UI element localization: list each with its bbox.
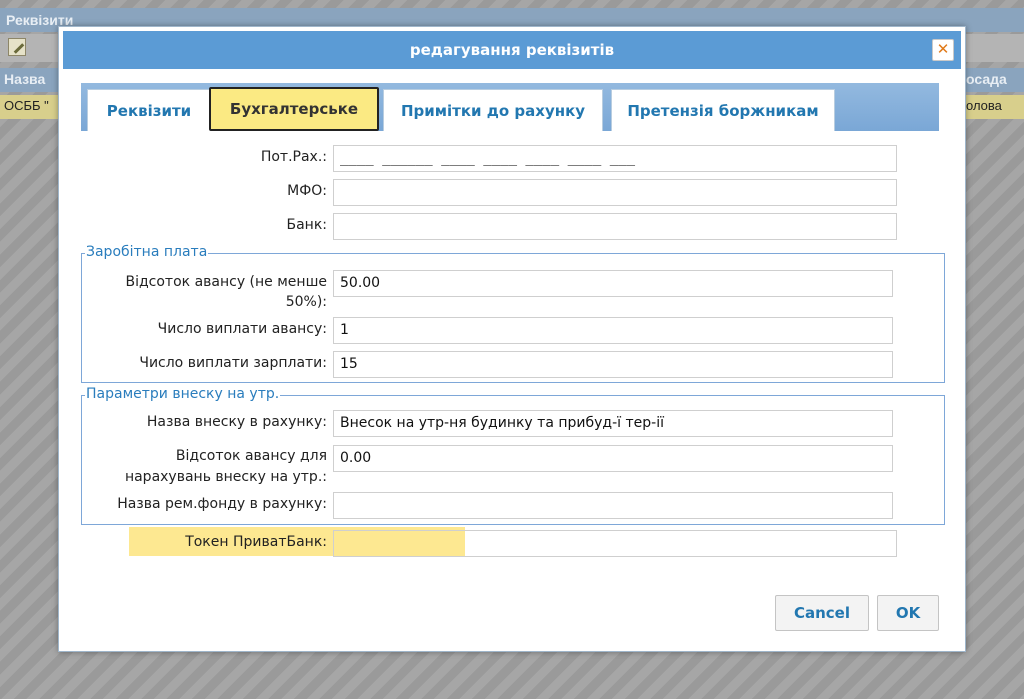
salary-day-field[interactable]: 15 (333, 351, 893, 378)
advance-day-field[interactable]: 1 (333, 317, 893, 344)
contribution-name-field[interactable]: Внесок на утр-ня будинку та прибуд-ї тер… (333, 410, 893, 437)
token-field[interactable] (333, 530, 897, 557)
background-row-position: олова (966, 98, 1002, 113)
cancel-button[interactable]: Cancel (775, 595, 869, 631)
background-header-position: осада (966, 71, 1007, 87)
mfo-label: МФО: (287, 183, 327, 199)
background-header-name: Назва (4, 71, 46, 87)
account-field[interactable]: ____ ______ ____ ____ ____ ____ ___ (333, 145, 897, 172)
close-icon[interactable]: ✕ (932, 39, 954, 61)
advance-percent-label-line2: 50%): (285, 294, 327, 310)
dialog-title: редагування реквізитів (409, 41, 615, 59)
advance-percent-label-line1: Відсоток авансу (не менше (125, 274, 328, 290)
tab-requisites[interactable]: Реквізити (87, 89, 211, 131)
edit-requisites-dialog: редагування реквізитів ✕ Реквізити Бухга… (58, 26, 966, 652)
token-label: Токен ПриватБанк: (185, 534, 327, 550)
ok-button[interactable]: OK (877, 595, 939, 631)
repair-fund-label: Назва рем.фонду в рахунку: (117, 496, 327, 512)
tab-bill-notes[interactable]: Примітки до рахунку (383, 89, 603, 131)
tab-accounting[interactable]: Бухгалтерське (209, 87, 379, 131)
contribution-legend: Параметри внеску на утр. (85, 386, 281, 402)
advance-percent-field[interactable]: 50.00 (333, 270, 893, 297)
salary-day-label: Число виплати зарплати: (139, 355, 327, 371)
contribution-advance-field[interactable]: 0.00 (333, 445, 893, 472)
contribution-advance-label-line1: Відсоток авансу для (175, 448, 327, 464)
account-label: Пот.Рах.: (260, 149, 327, 165)
bank-label: Банк: (286, 217, 327, 233)
bank-field[interactable] (333, 213, 897, 240)
contribution-name-label: Назва внеску в рахунку: (146, 414, 327, 430)
advance-day-label: Число виплати авансу: (157, 321, 327, 337)
dialog-titlebar[interactable]: редагування реквізитів ✕ (63, 31, 961, 69)
tab-debtor-claims[interactable]: Претензія боржникам (611, 89, 835, 131)
background-row-name: ОСББ " (4, 98, 49, 113)
mfo-field[interactable] (333, 179, 897, 206)
salary-legend: Заробітна плата (85, 244, 209, 260)
contribution-advance-label-line2: нарахувань внеску на утр.: (124, 469, 327, 485)
edit-icon (8, 38, 26, 56)
tab-bar: Реквізити Бухгалтерське Примітки до раху… (81, 83, 939, 131)
repair-fund-field[interactable] (333, 492, 893, 519)
